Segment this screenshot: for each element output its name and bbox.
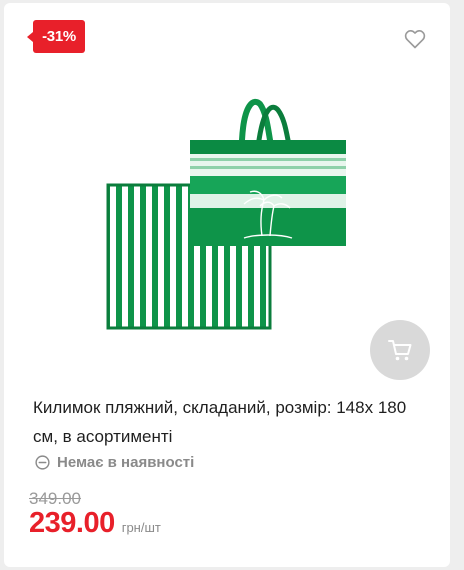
discount-badge: -31% [27,20,85,53]
price-unit: грн/шт [121,520,161,535]
product-card[interactable]: -31% Килимок пляжний, складаний, розмір:… [4,3,450,567]
product-title[interactable]: Килимок пляжний, складаний, розмір: 148х… [33,393,433,451]
minus-circle-icon [35,455,50,470]
favorite-button[interactable] [403,27,427,51]
price-row: 239.00 грн/шт [29,507,161,540]
product-image[interactable] [104,98,354,338]
current-price: 239.00 [29,507,115,539]
heart-icon [404,30,426,49]
discount-label: -31% [42,28,76,45]
add-to-cart-button[interactable] [370,320,430,380]
shopping-cart-icon [388,340,412,361]
old-price: 349.00 [29,489,81,508]
stock-status-label: Немає в наявності [57,454,195,471]
stock-status: Немає в наявності [35,454,194,471]
